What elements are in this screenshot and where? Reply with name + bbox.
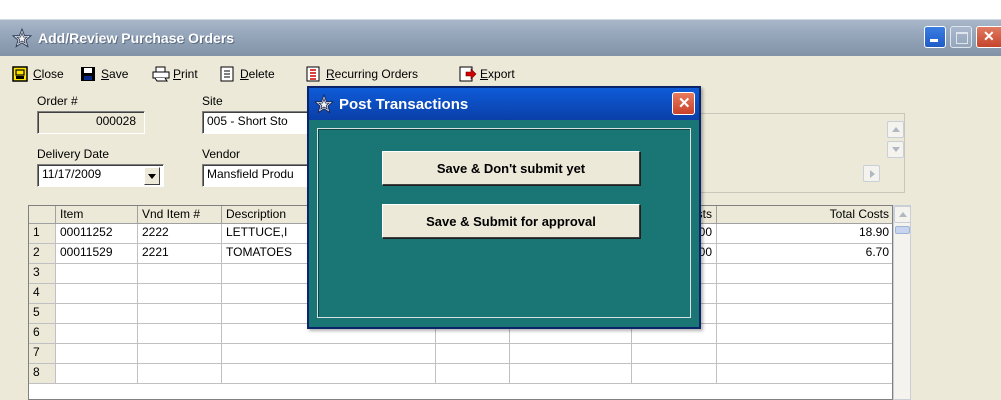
cell-costs[interactable] xyxy=(632,344,717,364)
cell-vnd-item[interactable] xyxy=(138,344,222,364)
window-close-button[interactable] xyxy=(976,26,1001,48)
post-transactions-dialog: Post Transactions Save & Don't submit ye… xyxy=(307,86,701,329)
list-doc-icon xyxy=(305,66,321,82)
floppy-disk-icon xyxy=(80,66,96,82)
order-number-label: Order # xyxy=(37,94,78,108)
cell-blank[interactable] xyxy=(510,344,632,364)
column-header-vnd-item[interactable]: Vnd Item # xyxy=(138,206,222,224)
cell-total-costs[interactable] xyxy=(717,284,892,304)
delete-button[interactable]: Delete xyxy=(219,65,275,83)
cell-item[interactable]: 00011252 xyxy=(56,224,138,244)
cell-vnd-item[interactable] xyxy=(138,264,222,284)
cell-total-costs[interactable] xyxy=(717,344,892,364)
vendor-field[interactable]: Mansfield Produ xyxy=(202,164,314,187)
cell-item[interactable] xyxy=(56,304,138,324)
toolbar: Close Save Print Delete Recurring Orders xyxy=(0,63,700,85)
cell-item[interactable] xyxy=(56,284,138,304)
cell-total-costs[interactable] xyxy=(717,324,892,344)
delete-doc-icon xyxy=(219,66,235,82)
cell-vnd-item[interactable]: 2221 xyxy=(138,244,222,264)
column-header-item[interactable]: Item xyxy=(56,206,138,224)
delivery-date-label: Delivery Date xyxy=(37,147,110,161)
cell-blank[interactable] xyxy=(510,364,632,384)
row-number: 7 xyxy=(29,344,56,364)
row-number: 1 xyxy=(29,224,56,244)
order-number-field: 000028 xyxy=(37,111,145,134)
cell-costs[interactable] xyxy=(632,364,717,384)
minimize-button[interactable] xyxy=(924,26,946,48)
cell-blank[interactable] xyxy=(436,364,510,384)
window-title: Add/Review Purchase Orders xyxy=(38,30,235,46)
cell-total-costs[interactable] xyxy=(717,364,892,384)
cell-item[interactable] xyxy=(56,264,138,284)
column-header-total-costs[interactable]: Total Costs xyxy=(717,206,892,224)
title-bar[interactable]: Add/Review Purchase Orders xyxy=(0,19,1001,56)
cell-vnd-item[interactable]: 2222 xyxy=(138,224,222,244)
cell-total-costs[interactable] xyxy=(717,264,892,284)
close-door-icon xyxy=(12,66,28,82)
star-icon xyxy=(314,94,334,114)
dialog-body: Save & Don't submit yet Save & Submit fo… xyxy=(317,128,691,318)
cell-item[interactable]: 00011529 xyxy=(56,244,138,264)
grid-scroll-thumb[interactable] xyxy=(895,226,910,234)
row-number: 5 xyxy=(29,304,56,324)
vendor-label: Vendor xyxy=(202,147,241,161)
memo-scroll-up-button[interactable] xyxy=(887,121,904,138)
close-button[interactable]: Close xyxy=(12,65,64,83)
dialog-close-button[interactable] xyxy=(672,92,695,115)
grid-corner-header xyxy=(29,206,56,224)
site-field[interactable]: 005 - Short Sto xyxy=(202,111,314,134)
cell-description[interactable] xyxy=(222,364,436,384)
cell-vnd-item[interactable] xyxy=(138,364,222,384)
row-number: 8 xyxy=(29,364,56,384)
cell-vnd-item[interactable] xyxy=(138,284,222,304)
cell-item[interactable] xyxy=(56,324,138,344)
row-number: 6 xyxy=(29,324,56,344)
row-number: 3 xyxy=(29,264,56,284)
export-button[interactable]: Export xyxy=(459,65,515,83)
cell-total-costs[interactable] xyxy=(717,304,892,324)
grid-vertical-scrollbar[interactable] xyxy=(893,205,911,400)
dialog-title-bar[interactable]: Post Transactions xyxy=(309,88,699,120)
print-button[interactable]: Print xyxy=(152,65,198,83)
recurring-orders-button[interactable]: Recurring Orders xyxy=(305,65,418,83)
save-submit-approval-button[interactable]: Save & Submit for approval xyxy=(382,204,640,238)
cell-total-costs[interactable]: 6.70 xyxy=(717,244,892,264)
cell-blank[interactable] xyxy=(436,344,510,364)
printer-icon xyxy=(152,66,170,82)
delivery-date-dropdown-button[interactable] xyxy=(144,167,160,185)
export-icon xyxy=(459,66,477,82)
save-button[interactable]: Save xyxy=(80,65,128,83)
cell-total-costs[interactable]: 18.90 xyxy=(717,224,892,244)
star-icon xyxy=(12,28,32,48)
cell-vnd-item[interactable] xyxy=(138,324,222,344)
save-dont-submit-button[interactable]: Save & Don't submit yet xyxy=(382,151,640,185)
memo-scroll-down-button[interactable] xyxy=(887,141,904,158)
cell-vnd-item[interactable] xyxy=(138,304,222,324)
maximize-button[interactable] xyxy=(950,26,972,48)
site-label: Site xyxy=(202,94,223,108)
memo-scroll-right-button[interactable] xyxy=(863,165,880,182)
grid-scroll-up-button[interactable] xyxy=(894,206,911,223)
delivery-date-value: 11/17/2009 xyxy=(42,167,102,181)
cell-description[interactable] xyxy=(222,344,436,364)
dialog-title: Post Transactions xyxy=(339,96,469,113)
cell-item[interactable] xyxy=(56,364,138,384)
row-number: 4 xyxy=(29,284,56,304)
cell-item[interactable] xyxy=(56,344,138,364)
row-number: 2 xyxy=(29,244,56,264)
